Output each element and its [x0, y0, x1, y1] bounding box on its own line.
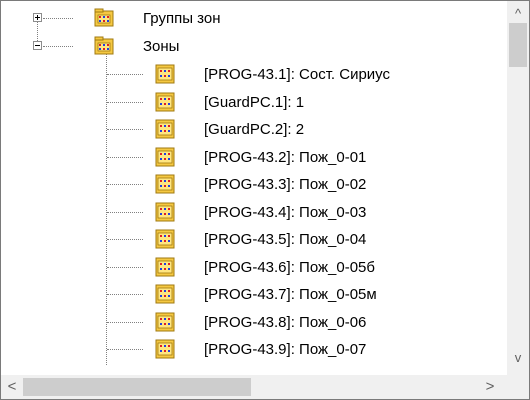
- zone-group-icon: [94, 8, 114, 27]
- tree-node-label: Группы зон: [143, 10, 221, 27]
- tree-node-zone[interactable]: [PROG-43.9]: Пож_0-07: [1, 337, 507, 363]
- tree-line: [43, 46, 73, 48]
- tree-line: [107, 239, 143, 241]
- expand-toggle[interactable]: [33, 13, 42, 22]
- collapse-toggle[interactable]: [33, 41, 42, 50]
- tree-node-zone[interactable]: [PROG-43.2]: Пож_0-01: [1, 145, 507, 171]
- tree-node-label: [GuardPC.1]: 1: [204, 94, 305, 111]
- tree-node-label: [PROG-43.5]: Пож_0-04: [204, 231, 367, 248]
- scroll-left-arrow-icon[interactable]: <: [5, 379, 19, 394]
- tree-line: [43, 18, 73, 20]
- tree-line: [107, 74, 143, 76]
- tree-node-label: [PROG-43.2]: Пож_0-01: [204, 149, 367, 166]
- tree-node-zone-groups[interactable]: Группы зон: [1, 6, 507, 32]
- tree-node-zone[interactable]: [PROG-43.4]: Пож_0-03: [1, 200, 507, 226]
- zone-icon: [155, 147, 175, 167]
- tree-node-label: [PROG-43.6]: Пож_0-05б: [204, 259, 375, 276]
- tree-line: [107, 212, 143, 214]
- tree-node-label: [PROG-43.3]: Пож_0-02: [204, 176, 367, 193]
- tree-node-zone[interactable]: [PROG-43.5]: Пож_0-04: [1, 227, 507, 253]
- tree-line: [107, 322, 143, 324]
- tree-node-zone[interactable]: [PROG-43.7]: Пож_0-05м: [1, 282, 507, 308]
- tree-line: [107, 157, 143, 159]
- zone-icon: [155, 284, 175, 304]
- zone-icon: [155, 174, 175, 194]
- tree-node-label: [GuardPC.2]: 2: [204, 121, 305, 138]
- tree-node-zones[interactable]: Зоны: [1, 34, 507, 60]
- scroll-down-arrow-icon[interactable]: v: [511, 351, 525, 364]
- tree-node-label: Зоны: [143, 38, 180, 55]
- scrollbar-corner: [507, 375, 529, 399]
- zone-icon: [155, 64, 175, 84]
- tree-node-label: [PROG-43.9]: Пож_0-07: [204, 341, 367, 358]
- vertical-scroll-thumb[interactable]: [509, 23, 527, 67]
- tree-node-zone[interactable]: [GuardPC.2]: 2: [1, 117, 507, 143]
- tree-line: [107, 102, 143, 104]
- zone-icon: [155, 312, 175, 332]
- tree-node-zone[interactable]: [PROG-43.1]: Сост. Сириус: [1, 62, 507, 88]
- tree-line: [107, 349, 143, 351]
- tree-node-zone[interactable]: [PROG-43.8]: Пож_0-06: [1, 310, 507, 336]
- tree-node-zone[interactable]: [GuardPC.1]: 1: [1, 90, 507, 116]
- scroll-right-arrow-icon[interactable]: >: [483, 379, 497, 394]
- horizontal-scrollbar[interactable]: < >: [1, 375, 507, 399]
- zone-icon: [155, 339, 175, 359]
- horizontal-scroll-thumb[interactable]: [23, 378, 251, 396]
- zone-icon: [155, 229, 175, 249]
- tree-line: [107, 294, 143, 296]
- tree-node-label: [PROG-43.8]: Пож_0-06: [204, 314, 367, 331]
- zone-tree[interactable]: Группы зон Зоны [PROG-43.1]: Сост. Сириу…: [1, 1, 507, 375]
- zone-tree-panel: Группы зон Зоны [PROG-43.1]: Сост. Сириу…: [0, 0, 530, 400]
- tree-node-label: [PROG-43.1]: Сост. Сириус: [204, 66, 391, 83]
- tree-line: [107, 129, 143, 131]
- tree-node-zone[interactable]: [PROG-43.6]: Пож_0-05б: [1, 255, 507, 281]
- zone-group-icon: [94, 36, 114, 55]
- zone-icon: [155, 257, 175, 277]
- vertical-scrollbar[interactable]: ^ v: [507, 1, 529, 375]
- tree-node-label: [PROG-43.4]: Пож_0-03: [204, 204, 367, 221]
- zone-icon: [155, 202, 175, 222]
- scroll-up-arrow-icon[interactable]: ^: [511, 7, 525, 20]
- tree-line: [107, 267, 143, 269]
- zone-icon: [155, 119, 175, 139]
- tree-node-label: [PROG-43.7]: Пож_0-05м: [204, 286, 377, 303]
- tree-node-zone[interactable]: [PROG-43.3]: Пож_0-02: [1, 172, 507, 198]
- tree-line: [107, 184, 143, 186]
- zone-icon: [155, 92, 175, 112]
